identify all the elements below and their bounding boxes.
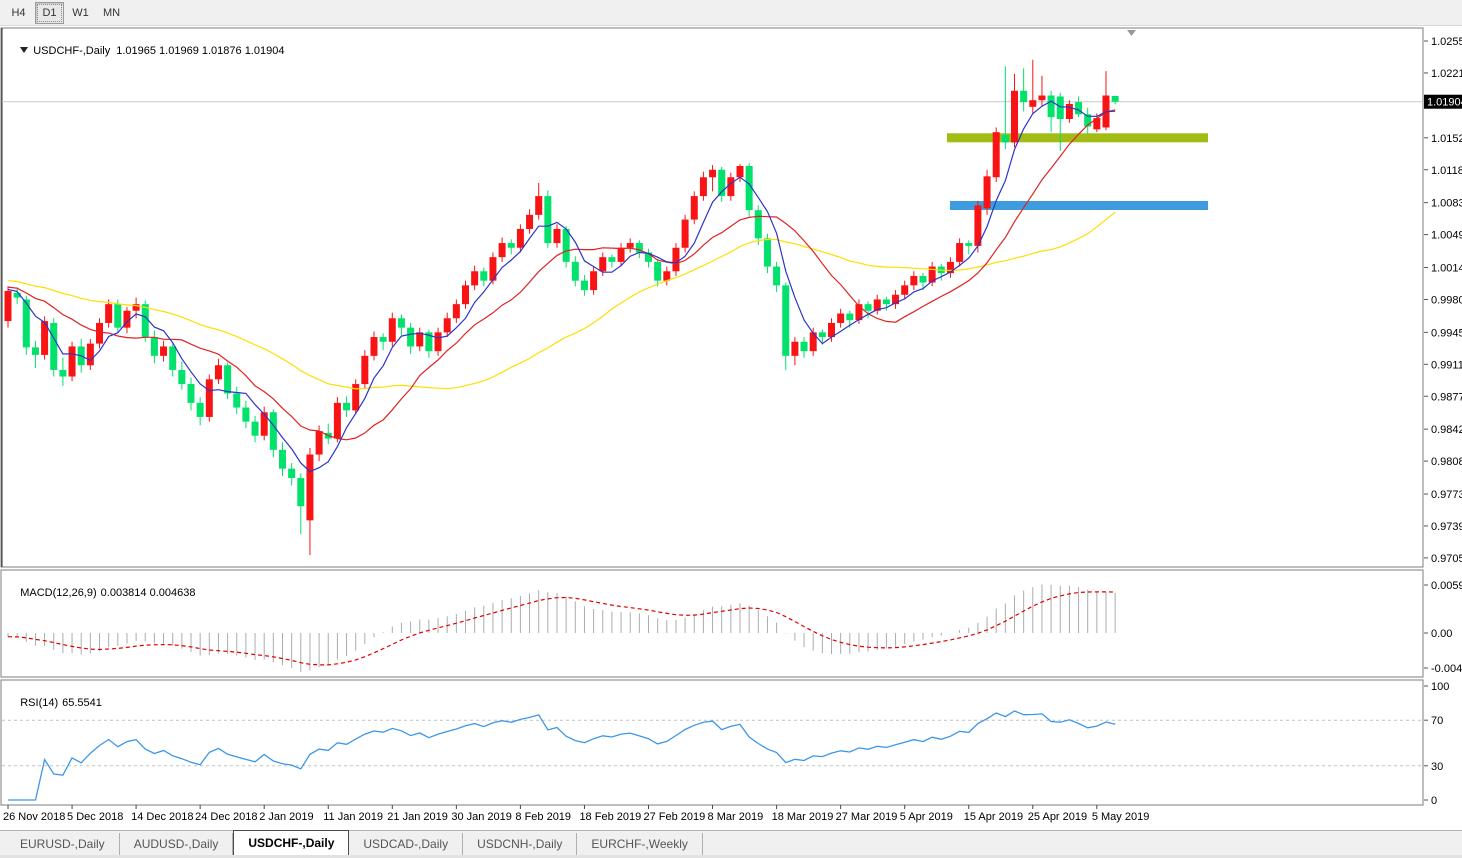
price-panel [0,27,1424,568]
date-axis-label: 14 Dec 2018 [131,811,193,823]
price-axis-label: 1.02210 [1431,68,1462,80]
chart-tab-eurusd[interactable]: EURUSD-,Daily [6,833,120,855]
chart-tab-audusd[interactable]: AUDUSD-,Daily [120,833,234,855]
rsi-axis-label: 30 [1431,761,1443,773]
date-axis-label: 18 Feb 2019 [579,811,641,823]
date-axis-label: 8 Mar 2019 [708,811,764,823]
current-price-badge-value: 1.01904 [1427,97,1462,109]
macd-axis-label: 0.00597 [1431,580,1462,592]
date-axis-label: 27 Mar 2019 [836,811,898,823]
date-axis-label: 5 May 2019 [1092,811,1149,823]
rsi-axis-label: 70 [1431,715,1443,727]
rsi-panel-title: RSI(14) 65.5541 [8,685,102,721]
price-axis-label: 0.99450 [1431,327,1462,339]
price-axis-label: 0.99110 [1431,359,1462,371]
price-axis-label: 0.98420 [1431,424,1462,436]
date-axis-label: 25 Apr 2019 [1028,811,1087,823]
macd-label: MACD(12,26,9) [20,587,97,599]
date-axis-label: 5 Apr 2019 [900,811,953,823]
macd-panel [0,569,1424,678]
price-axis-label: 1.00140 [1431,263,1462,275]
price-panel-title: USDCHF-,Daily 1.01965 1.01969 1.01876 1.0… [8,33,284,69]
price-axis-label: 1.02550 [1431,36,1462,48]
chart-ohlc-values: 1.01965 1.01969 1.01876 1.01904 [116,45,285,57]
macd-panel-title: MACD(12,26,9) 0.003814 0.004638 [8,575,195,611]
chart-symbol-label: USDCHF-,Daily [33,45,111,57]
date-axis-label: 21 Jan 2019 [387,811,448,823]
price-axis-label: 0.97050 [1431,553,1462,565]
chart-tab-usdchf[interactable]: USDCHF-,Daily [233,830,350,856]
macd-axis-label: 0.00 [1431,628,1452,640]
date-axis-label: 26 Nov 2018 [3,811,65,823]
price-axis-label: 1.00830 [1431,198,1462,210]
rsi-panel [0,679,1424,806]
chart-tab-usdcnh[interactable]: USDCNH-,Daily [463,833,578,855]
price-axis-label: 0.97730 [1431,489,1462,501]
date-axis-label: 15 Apr 2019 [964,811,1023,823]
date-axis-label: 2 Jan 2019 [259,811,313,823]
price-axis-label: 0.98080 [1431,456,1462,468]
symbol-dropdown-icon[interactable] [20,47,29,53]
chart-tab-usdcad[interactable]: USDCAD-,Daily [349,833,464,855]
price-axis-label: 0.99800 [1431,294,1462,306]
date-axis-label: 18 Mar 2019 [772,811,834,823]
rsi-label: RSI(14) [20,697,59,709]
price-axis-label: 0.97390 [1431,521,1462,533]
macd-values: 0.003814 0.004638 [100,587,196,599]
price-axis-label: 1.01520 [1431,133,1462,145]
rsi-value: 65.5541 [62,697,102,709]
date-axis-label: 8 Feb 2019 [515,811,571,823]
date-axis-label: 27 Feb 2019 [644,811,706,823]
price-axis-label: 1.01180 [1431,165,1462,177]
chart-tab-bar: EURUSD-,Daily AUDUSD-,Daily USDCHF-,Daily U… [0,830,1462,856]
macd-axis-label: -0.004243 [1431,663,1462,675]
date-axis-label: 11 Jan 2019 [323,811,383,823]
chart-tab-eurchf[interactable]: EURCHF-,Weekly [577,833,703,855]
price-axis-label: 0.98770 [1431,391,1462,403]
date-axis-label: 5 Dec 2018 [67,811,123,823]
rsi-axis-label: 0 [1431,795,1437,807]
date-axis-label: 24 Dec 2018 [195,811,257,823]
price-axis-label: 1.00490 [1431,230,1462,242]
date-axis-label: 30 Jan 2019 [451,811,512,823]
rsi-axis-label: 100 [1431,681,1449,693]
mt4-window: H4D1W1MN 1.025501.022101.015201.011801.0… [0,0,1462,858]
chart-canvas[interactable]: 1.02550 1.02210 1.01520 1.01180 1.00830 1.004… [0,0,1462,858]
